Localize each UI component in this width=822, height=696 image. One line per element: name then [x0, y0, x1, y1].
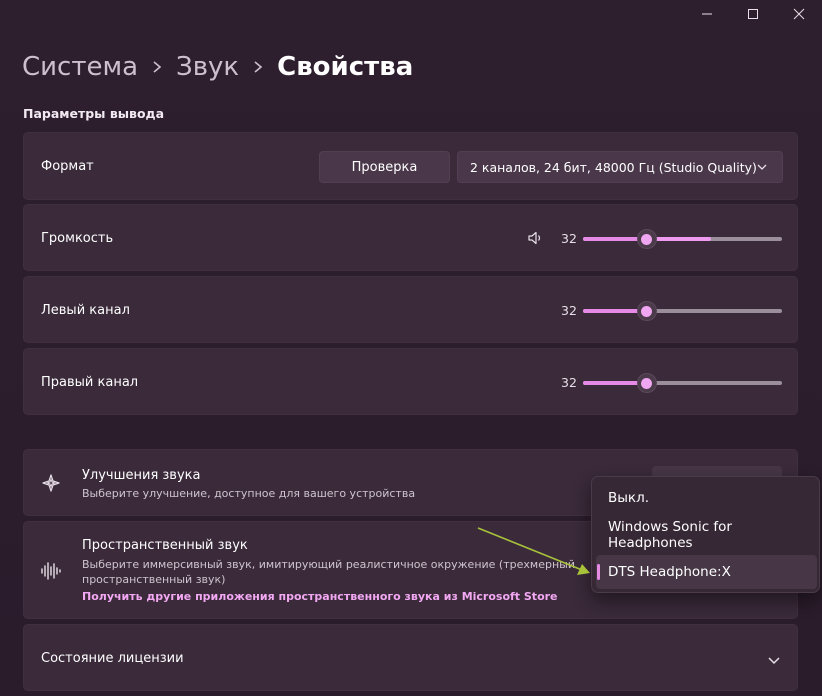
sparkle-icon [40, 472, 62, 498]
left-channel-card: Левый канал 32 [23, 276, 798, 343]
left-channel-value: 32 [561, 303, 577, 318]
right-channel-slider[interactable] [583, 373, 782, 393]
right-channel-slider-thumb[interactable] [636, 373, 657, 393]
spatial-option-windows-sonic[interactable]: Windows Sonic for Headphones [596, 518, 817, 552]
minimize-icon[interactable] [684, 0, 730, 28]
license-card[interactable]: Состояние лицензии [23, 624, 798, 691]
license-label: Состояние лицензии [41, 651, 184, 666]
settings-window: Система Звук Свойства Параметры вывода Ф… [0, 0, 822, 696]
spatial-option-off[interactable]: Выкл. [596, 481, 817, 515]
breadcrumb-system[interactable]: Система [22, 52, 138, 82]
breadcrumb-sound[interactable]: Звук [176, 52, 239, 82]
format-dropdown[interactable]: 2 каналов, 24 бит, 48000 Гц (Studio Qual… [457, 151, 783, 183]
chevron-down-icon [756, 161, 768, 176]
spatial-sound-menu: Выкл. Windows Sonic for Headphones DTS H… [591, 476, 820, 593]
microsoft-store-link[interactable]: Получить другие приложения пространствен… [82, 590, 558, 603]
left-channel-label: Левый канал [41, 303, 130, 318]
spatial-sound-description-2: пространственный звук) [82, 573, 226, 586]
enhancements-title: Улучшения звука [82, 468, 201, 483]
chevron-right-icon [253, 60, 263, 74]
enhancements-description: Выберите улучшение, доступное для вашего… [82, 487, 416, 500]
right-channel-label: Правый канал [41, 375, 139, 390]
format-label: Формат [41, 159, 94, 174]
close-icon[interactable] [776, 0, 822, 28]
right-channel-value: 32 [561, 375, 577, 390]
breadcrumb-properties: Свойства [277, 52, 414, 82]
left-channel-slider-thumb[interactable] [636, 301, 657, 321]
chevron-down-icon[interactable] [767, 652, 781, 671]
test-button[interactable]: Проверка [319, 151, 450, 183]
spatial-sound-description-1: Выберите иммерсивный звук, имитирующий р… [82, 558, 575, 571]
volume-value: 32 [561, 231, 577, 246]
maximize-icon[interactable] [730, 0, 776, 28]
format-selected-value: 2 каналов, 24 бит, 48000 Гц (Studio Qual… [470, 159, 757, 175]
spatial-option-dts[interactable]: DTS Headphone:X [596, 555, 817, 589]
volume-slider-thumb[interactable] [636, 229, 657, 249]
format-card: Формат Проверка 2 каналов, 24 бит, 48000… [23, 132, 798, 200]
window-controls [684, 0, 822, 28]
spatial-sound-title: Пространственный звук [82, 538, 248, 553]
spatial-audio-icon [40, 560, 64, 586]
section-title-output: Параметры вывода [23, 106, 165, 121]
volume-slider[interactable] [583, 229, 782, 249]
chevron-right-icon [152, 60, 162, 74]
speaker-icon[interactable] [527, 230, 543, 250]
volume-card: Громкость 32 [23, 204, 798, 271]
right-channel-card: Правый канал 32 [23, 348, 798, 415]
left-channel-slider[interactable] [583, 301, 782, 321]
volume-label: Громкость [41, 231, 114, 246]
breadcrumb: Система Звук Свойства [22, 52, 413, 82]
